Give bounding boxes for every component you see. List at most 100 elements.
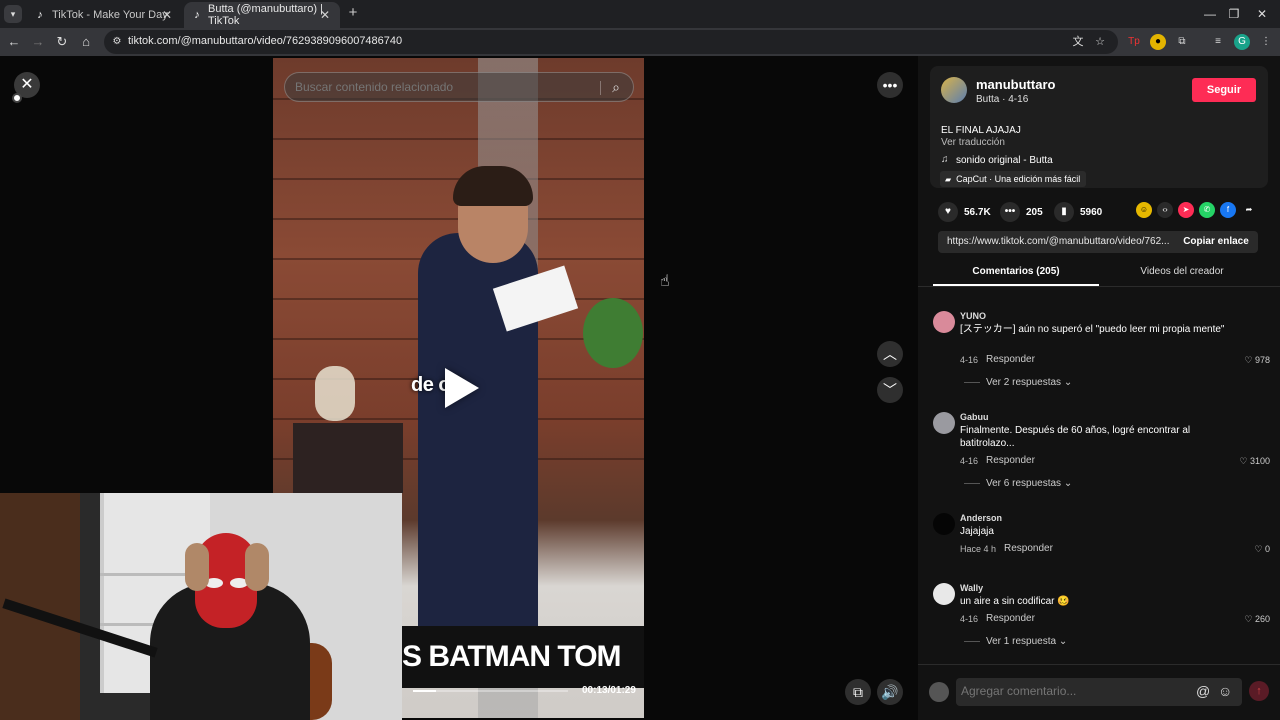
bookmark-icon: ▮	[1054, 202, 1074, 222]
comment-like-button[interactable]: ♡ 0	[1254, 544, 1270, 555]
share-link-text[interactable]: https://www.tiktok.com/@manubuttaro/vide…	[947, 236, 1169, 247]
url-text[interactable]: tiktok.com/@manubuttaro/video/7629389096…	[128, 35, 402, 47]
kebab-menu-icon[interactable]: ⋮	[1258, 34, 1274, 50]
comment-username[interactable]: YUNO	[960, 311, 986, 321]
back-button[interactable]: ←	[6, 34, 22, 50]
comment-like-button[interactable]: ♡ 3100	[1239, 456, 1270, 467]
heart-outline-icon: ♡	[1239, 456, 1250, 466]
star-icon[interactable]: ☆	[1092, 34, 1108, 50]
extension-tp-icon[interactable]: Tp	[1126, 34, 1142, 50]
site-info-icon[interactable]: ⚙	[110, 35, 124, 49]
tab-creator-videos[interactable]: Videos del creador	[1099, 266, 1265, 286]
view-replies-button[interactable]: Ver 2 respuestas ⌄	[964, 377, 1072, 388]
comment-avatar[interactable]	[933, 583, 955, 605]
tabs-divider	[918, 286, 1280, 287]
tab-comments[interactable]: Comentarios (205)	[933, 266, 1099, 286]
close-tab-icon[interactable]: ✕	[160, 8, 174, 22]
comment-like-count: 3100	[1249, 456, 1270, 466]
next-video-button[interactable]: ﹀	[877, 377, 903, 403]
save-count: 5960	[1080, 206, 1103, 218]
more-options-button[interactable]: •••	[877, 72, 903, 98]
like-button[interactable]: ♥ 56.7K	[938, 202, 991, 222]
comment-input[interactable]	[961, 684, 1191, 698]
comment-like-button[interactable]: ♡ 978	[1244, 355, 1270, 366]
reply-button[interactable]: Responder	[986, 455, 1035, 466]
close-window-button[interactable]: ✕	[1254, 6, 1270, 22]
chevron-down-icon: ﹀	[883, 382, 897, 398]
share-arrow-icon[interactable]: ➦	[1241, 202, 1257, 218]
comment-like-count: 260	[1254, 614, 1270, 624]
volume-button[interactable]: 🔊	[877, 679, 903, 705]
reply-button[interactable]: Responder	[986, 354, 1035, 365]
comment-count: 205	[1026, 206, 1043, 218]
view-replies-button[interactable]: Ver 1 respuesta ⌄	[964, 636, 1067, 647]
tiktok-icon: ♪	[37, 9, 43, 21]
translate-icon[interactable]: 文	[1070, 34, 1086, 50]
forward-button[interactable]: →	[30, 34, 46, 50]
comment-date: 4-16	[960, 614, 979, 624]
comment-avatar[interactable]	[933, 513, 955, 535]
restore-button[interactable]: ❐	[1226, 6, 1242, 22]
browser-tab-2[interactable]: ♪ Butta (@manubuttaro) | TikTok ✕	[184, 2, 340, 28]
comment-input-wrapper[interactable]: @ ☺	[956, 678, 1242, 706]
address-bar[interactable]: ⚙ tiktok.com/@manubuttaro/video/76293890…	[104, 30, 1118, 54]
creator-avatar[interactable]	[941, 77, 967, 103]
browser-tab-1[interactable]: ♪ TikTok - Make Your Day ✕	[26, 2, 182, 28]
previous-video-button[interactable]: ︿	[877, 341, 903, 367]
comment-like-button[interactable]: ♡ 260	[1244, 614, 1270, 625]
comment-composer: @ ☺ ↑	[918, 664, 1280, 720]
reply-button[interactable]: Responder	[1004, 543, 1053, 554]
related-search-input[interactable]	[295, 80, 595, 94]
new-tab-button[interactable]: +	[345, 5, 361, 21]
reload-button[interactable]: ↻	[54, 34, 70, 50]
embed-icon[interactable]: ‹›	[1157, 202, 1173, 218]
search-icon[interactable]: ⌕	[607, 78, 625, 96]
comment-avatar[interactable]	[933, 412, 955, 434]
puzzle-icon[interactable]: ⧉	[1174, 34, 1190, 50]
mouse-cursor-icon: ☝	[660, 273, 670, 290]
comment-username[interactable]: Anderson	[960, 513, 1002, 523]
media-control-icon[interactable]: ≡	[1210, 34, 1226, 50]
creator-handle[interactable]: manubuttaro	[976, 77, 1055, 92]
facebook-icon[interactable]: f	[1220, 202, 1236, 218]
comment-like-count: 978	[1254, 355, 1270, 365]
view-replies-label: Ver 6 respuestas	[986, 478, 1062, 489]
comment-username[interactable]: Wally	[960, 583, 983, 593]
browser-toolbar: ← → ↻ ⌂ ⚙ tiktok.com/@manubuttaro/video/…	[0, 28, 1280, 56]
video-progress-bar[interactable]	[413, 690, 568, 692]
see-translation-link[interactable]: Ver traducción	[941, 137, 1005, 148]
whatsapp-icon[interactable]: ✆	[1199, 202, 1215, 218]
comment-username[interactable]: Gabuu	[960, 412, 989, 422]
reply-button[interactable]: Responder	[986, 613, 1035, 624]
share-friends-icon[interactable]: ☺	[1136, 202, 1152, 218]
copy-link-button[interactable]: Copiar enlace	[1174, 231, 1258, 253]
comment-button[interactable]: ••• 205	[1000, 202, 1043, 222]
chevron-down-icon: ⌄	[1063, 377, 1073, 388]
close-tab-icon[interactable]: ✕	[318, 8, 332, 22]
webcam-hand	[185, 543, 209, 591]
capcut-badge[interactable]: ▰ CapCut · Una edición más fácil	[940, 171, 1087, 187]
heart-outline-icon: ♡	[1244, 355, 1255, 365]
view-replies-button[interactable]: Ver 6 respuestas ⌄	[964, 478, 1072, 489]
plus-icon: +	[348, 4, 358, 21]
extension-icon[interactable]: ●	[1150, 34, 1166, 50]
video-caption-band: S BATMAN TOM	[402, 626, 644, 688]
follow-button[interactable]: Seguir	[1192, 78, 1256, 102]
play-icon[interactable]	[445, 368, 479, 408]
send-comment-button[interactable]: ↑	[1249, 681, 1269, 701]
minimize-button[interactable]: —	[1202, 6, 1218, 22]
picture-in-picture-button[interactable]: ⧉	[845, 679, 871, 705]
video-lamp	[315, 366, 355, 421]
related-search-box[interactable]: ⌕	[284, 72, 634, 102]
mention-icon[interactable]: @	[1196, 683, 1210, 699]
music-link[interactable]: sonido original - Butta	[956, 155, 1053, 166]
heart-icon: ♥	[938, 202, 958, 222]
save-button[interactable]: ▮ 5960	[1054, 202, 1102, 222]
emoji-icon[interactable]: ☺	[1218, 683, 1232, 699]
send-icon[interactable]: ➤	[1178, 202, 1194, 218]
comment-avatar[interactable]	[933, 311, 955, 333]
comment-date: 4-16	[960, 355, 979, 365]
tab-search-button[interactable]: ▾	[4, 5, 22, 23]
home-button[interactable]: ⌂	[78, 34, 94, 50]
profile-avatar[interactable]: G	[1234, 34, 1250, 50]
